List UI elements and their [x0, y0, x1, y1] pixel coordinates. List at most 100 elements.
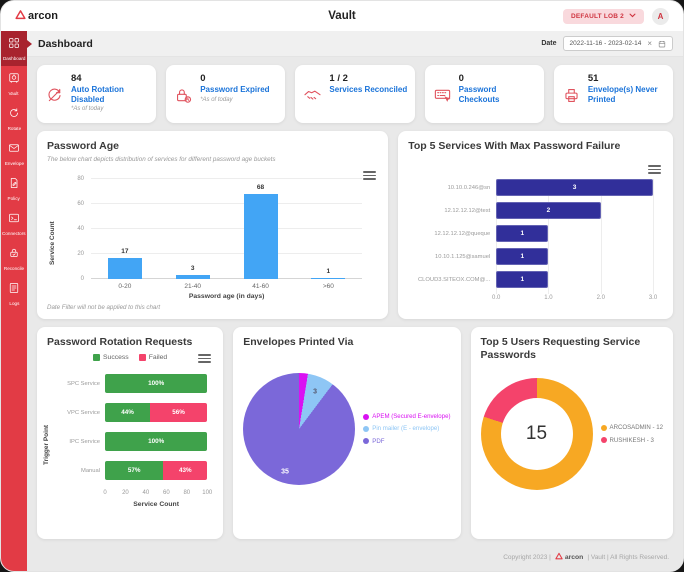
kpi-card[interactable]: 0Password Checkouts	[425, 65, 544, 123]
calendar-icon[interactable]	[658, 40, 666, 48]
bar-row: 100%	[105, 374, 207, 393]
arcon-triangle-icon	[15, 9, 26, 23]
services-reconciled-icon	[303, 86, 322, 105]
chart-title: Password Rotation Requests	[47, 336, 213, 349]
printer-icon	[562, 86, 581, 105]
legend-item[interactable]: ARCOSADMIN - 12	[601, 424, 664, 431]
bar: 1	[496, 271, 548, 288]
kpi-card[interactable]: 51Envelope(s) Never Printed	[554, 65, 673, 123]
sidebar-item-reconcile[interactable]: Reconcile	[1, 241, 27, 276]
sidebar-item-label: Logs	[9, 301, 19, 307]
chart-subtitle: The below chart depicts distribution of …	[47, 156, 378, 163]
bar-row: 44%56%	[105, 403, 207, 422]
legend-dot	[363, 414, 369, 420]
sidebar-item-connectors[interactable]: Connectors	[1, 206, 27, 241]
y-tick-label: 20	[77, 251, 84, 257]
x-tick-label: 2.0	[597, 295, 605, 301]
x-tick-label: 3.0	[649, 295, 657, 301]
rotation-stacked-bar-chart: SPC ServiceVPC ServiceIPC ServiceManual1…	[47, 374, 213, 498]
bar-row: 57%43%	[105, 461, 207, 480]
donut-center: 15	[501, 398, 573, 470]
bar-segment: 44%	[105, 403, 150, 422]
bar-row: 3	[496, 179, 653, 196]
legend-item[interactable]: APEM (Secured E-envelope)	[363, 413, 450, 420]
legend-item[interactable]: Failed	[139, 354, 168, 361]
app-title: Vault	[328, 10, 355, 22]
auto-rotation-disabled-icon	[45, 86, 64, 105]
bar-value-label: 68	[257, 184, 264, 191]
x-tick-label: 0-20	[91, 283, 159, 290]
bar: 1	[496, 248, 548, 265]
chart-menu-icon[interactable]	[363, 171, 376, 180]
legend-item[interactable]: PDF	[363, 438, 450, 445]
x-axis-title: Password age (in days)	[91, 293, 362, 300]
chart-title: Top 5 Users Requesting Service Passwords	[481, 336, 664, 362]
sidebar-item-dashboard[interactable]: Dashboard	[1, 31, 27, 66]
x-tick-label: 0.0	[492, 295, 500, 301]
donut-total: 15	[526, 423, 547, 445]
legend-dot	[601, 437, 607, 443]
dashboard-content: 84Auto Rotation Disabled*As of today0Pas…	[27, 57, 683, 571]
date-range-value: 2022-11-16 - 2023-02-14	[570, 40, 642, 47]
bar-segment: 57%	[105, 461, 163, 480]
kpi-card[interactable]: 1 / 2Services Reconciled	[295, 65, 414, 123]
kpi-card[interactable]: 84Auto Rotation Disabled*As of today	[37, 65, 156, 123]
password-age-card: Password Age The below chart depicts dis…	[37, 131, 388, 319]
app-window: arcon Vault DEFAULT LOB 2 A DashboardVau…	[0, 0, 684, 572]
bar-segment: 43%	[163, 461, 207, 480]
policy-icon	[8, 176, 20, 194]
lob-selector-button[interactable]: DEFAULT LOB 2	[563, 9, 644, 24]
x-tick-label: 21-40	[159, 283, 227, 290]
sidebar-item-policy[interactable]: Policy	[1, 171, 27, 206]
bar-value-label: 2	[547, 207, 551, 214]
chart-title: Password Age	[47, 140, 378, 153]
logs-icon	[8, 281, 20, 299]
envelopes-printed-card: Envelopes Printed Via 335 APEM (Secured …	[233, 327, 460, 539]
x-tick-label: 100	[202, 490, 212, 496]
sidebar-item-vault[interactable]: Vault	[1, 66, 27, 101]
category-label: Manual	[63, 461, 105, 480]
bar-row: 1	[496, 225, 653, 242]
bar-row: 1	[496, 271, 653, 288]
password-checkouts-icon	[433, 86, 452, 105]
top-services-bar-chart: 10.10.0.246@sn12.12.12.12@test12.12.12.1…	[408, 179, 663, 304]
chart-menu-icon[interactable]	[648, 165, 661, 174]
chart-menu-icon[interactable]	[198, 354, 211, 363]
vault-icon	[8, 71, 20, 89]
kpi-label: Services Reconciled	[329, 85, 407, 95]
reconcile-icon	[8, 246, 20, 264]
kpi-note: *As of today	[71, 106, 151, 112]
top-users-donut-chart: 15	[481, 378, 593, 490]
sidebar-item-envelope[interactable]: Envelope	[1, 136, 27, 171]
logo-text: arcon	[28, 10, 58, 22]
category-label: CLOUD3.SITEOX.COM@...	[408, 271, 496, 288]
x-tick-label: 80	[183, 490, 190, 496]
envelope-icon	[8, 141, 20, 159]
x-tick-label: >60	[294, 283, 362, 290]
page-header: Dashboard Date 2022-11-16 - 2023-02-14 ×	[27, 31, 683, 57]
clear-date-icon[interactable]: ×	[647, 40, 652, 48]
password-expired-icon	[174, 86, 193, 105]
legend-dot	[601, 425, 607, 431]
y-axis-title: Trigger Point	[43, 425, 50, 465]
sidebar-item-rotate[interactable]: Rotate	[1, 101, 27, 136]
sidebar-item-logs[interactable]: Logs	[1, 276, 27, 311]
category-label: SPC Service	[63, 374, 105, 393]
bar-value-label: 1	[521, 253, 525, 260]
kpi-value: 0	[200, 73, 269, 84]
topbar-actions: DEFAULT LOB 2 A	[563, 8, 669, 25]
chevron-down-icon	[629, 13, 636, 20]
kpi-card[interactable]: 0Password Expired*As of today	[166, 65, 285, 123]
legend-dot	[363, 438, 369, 444]
legend-item[interactable]: Pin mailer (E - envelope)	[363, 425, 450, 432]
legend-item[interactable]: RUSHIKESH - 3	[601, 437, 664, 444]
password-age-bar-chart: 020406080173681	[91, 179, 362, 279]
legend-item[interactable]: Success	[93, 354, 129, 361]
bar-value-label: 1	[521, 230, 525, 237]
date-range-input[interactable]: 2022-11-16 - 2023-02-14 ×	[563, 36, 673, 51]
kpi-row: 84Auto Rotation Disabled*As of today0Pas…	[37, 65, 673, 123]
pie-value-label: 3	[313, 389, 317, 396]
user-avatar[interactable]: A	[652, 8, 669, 25]
rights-text: | Vault | All Rights Reserved.	[587, 554, 669, 561]
sidebar-pointer-icon	[27, 40, 32, 48]
